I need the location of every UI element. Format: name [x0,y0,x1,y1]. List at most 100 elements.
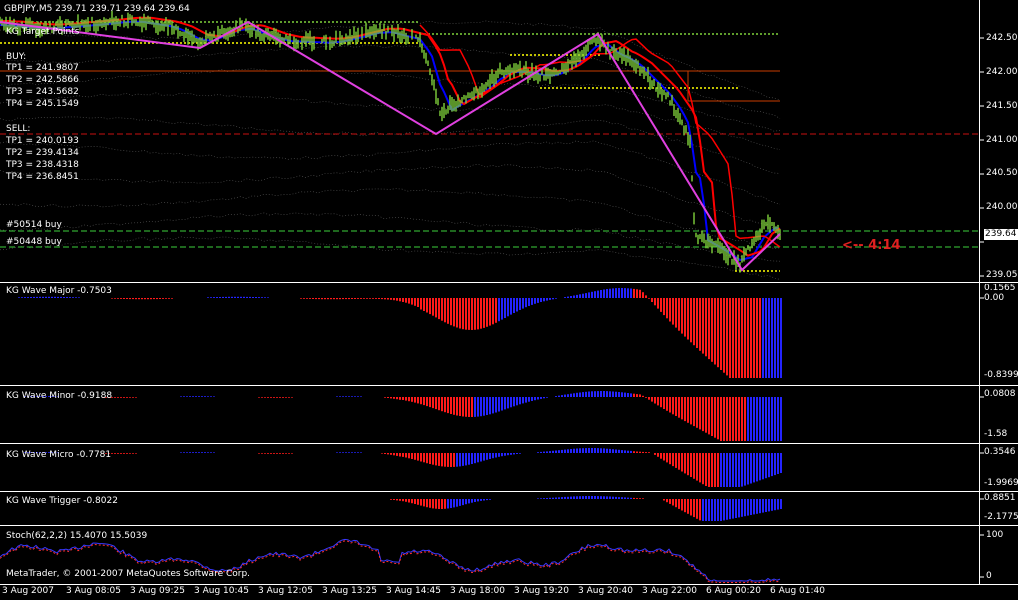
histogram-bar [708,453,710,487]
histogram-bar [192,452,194,453]
histogram-bar [735,453,737,487]
pane-separator[interactable] [0,525,1018,526]
panel-axis-bottom: -0.8399 [984,370,1018,380]
histogram-bar [681,298,683,334]
histogram-bar [660,298,662,312]
histogram-bar [627,393,629,397]
histogram-bar [750,397,752,441]
histogram-bar [414,397,416,403]
histogram-bar [444,453,446,467]
panel-axis-zero: 0.00 [984,293,1005,303]
histogram-canvas [390,496,984,521]
pane-separator[interactable] [0,491,1018,492]
histogram-bar [633,497,635,499]
order-label-50514[interactable]: #50514 buy [6,220,62,231]
histogram-bar [459,298,461,329]
histogram-bar [576,392,578,397]
histogram-bar [729,453,731,487]
histogram-bar [678,453,680,470]
histogram-bar [741,453,743,487]
histogram-bar [189,452,191,453]
histogram-bar [234,296,236,298]
panel-kg-wave-micro[interactable]: KG Wave Micro -0.7781 0.3546 -1.9969 [0,445,1018,490]
histogram-bar [477,453,479,463]
histogram-bar [675,499,677,508]
histogram-bar [414,453,416,460]
histogram-bar [774,397,776,441]
histogram-bar [21,297,23,298]
histogram-bar [666,298,668,319]
histogram-bar [558,450,560,453]
pane-separator[interactable] [0,282,1018,283]
panel-kg-wave-minor[interactable]: KG Wave Minor -0.9188 0.0808 -1.58 [0,387,1018,442]
histogram-bar [120,453,122,454]
sell-tp1: TP1 = 240.0193 [6,136,79,146]
histogram-bar [456,397,458,416]
histogram-bar [261,397,263,398]
histogram-bar [348,396,350,397]
histogram-bar [600,448,602,453]
histogram-bar [666,397,668,411]
histogram-bar [687,397,689,423]
histogram-bar [546,397,548,398]
histogram-bar [219,297,221,298]
histogram-bar [18,297,20,298]
histogram-bar [504,298,506,318]
histogram-bar [552,497,554,499]
histogram-bar [360,396,362,397]
histogram-bar [642,498,644,499]
buy-tp3: TP3 = 243.5682 [6,87,79,97]
price-axis-3: 241.50 [986,101,1018,111]
panel-axis-bottom: -1.9969 [984,478,1018,488]
histogram-bar [567,394,569,397]
panel-kg-wave-trigger[interactable]: KG Wave Trigger -0.8022 0.8851 -2.1775 [0,493,1018,524]
histogram-bar [690,499,692,516]
histogram-bar [540,298,542,302]
histogram-bar [639,498,641,499]
histogram-bar [744,298,746,378]
histogram-bar [699,453,701,483]
histogram-bar [708,397,710,435]
panel-axis-top: 100 [986,530,1004,540]
histogram-bar [720,298,722,370]
histogram-bar [270,397,272,398]
histogram-bar [759,397,761,441]
panel-title: KG Wave Major -0.7503 [6,286,112,296]
histogram-bar [342,298,344,300]
histogram-bar [180,452,182,453]
histogram-bar [729,397,731,441]
histogram-bar [594,496,596,499]
panel-stochastic[interactable]: Stoch(62,2,2) 15.4070 15.5039 100 0 Meta… [0,527,1018,584]
histogram-bar [681,397,683,420]
histogram-bar [735,298,737,378]
order-label-50448[interactable]: #50448 buy [6,237,62,248]
histogram-bar [513,397,515,407]
histogram-bar [213,297,215,298]
panel-axis-bottom: -2.1775 [984,512,1018,522]
histogram-bar [546,298,548,301]
histogram-bar [507,453,509,456]
histogram-bar [393,397,395,399]
histogram-bar [768,453,770,478]
histogram-bar [129,397,131,398]
histogram-bar [237,296,239,298]
pane-separator[interactable] [0,385,1018,386]
histogram-bar [651,397,653,402]
main-chart[interactable]: GBPJPY,M5 239.71 239.71 239.64 239.64 KG… [0,0,1018,282]
histogram-bar [639,394,641,397]
histogram-bar [687,453,689,476]
panel-kg-wave-major[interactable]: KG Wave Major -0.7503 0.1565 0.00 -0.839… [0,284,1018,384]
envelope-band [0,140,781,205]
histogram-bar [441,453,443,467]
histogram-bar [432,397,434,409]
indicator-label: KG Target Points [6,27,80,37]
histogram-bar [450,298,452,326]
histogram-bar [765,298,767,378]
histogram-bar [588,292,590,298]
histogram-bar [576,448,578,453]
histogram-bar [150,298,152,300]
histogram-bar [504,397,506,410]
histogram-bar [261,453,263,454]
pane-separator[interactable] [0,443,1018,444]
histogram-bar [663,298,665,316]
